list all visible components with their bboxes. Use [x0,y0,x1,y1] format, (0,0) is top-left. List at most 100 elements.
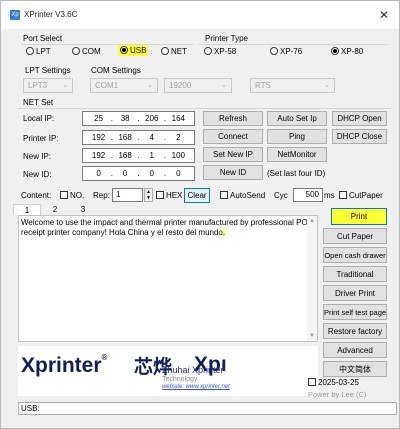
title-bar[interactable]: Xp XPrinter V3.6C ✕ [1,1,399,29]
connect-button[interactable]: Connect [203,129,263,144]
flow-control-value: RTS [255,81,271,90]
ip-octet: 206 [145,114,159,123]
local-ip-field[interactable]: 25. 38. 206. 164 [82,111,195,126]
scroll-down-icon[interactable]: ▼ [307,331,317,341]
text-cursor-highlight: . [222,228,226,237]
logo-banner: Xprinter® 芯烨 Xpı Zhuhai Xprinter Technol… [18,346,318,396]
date-checkbox[interactable]: 2025-03-25 [308,378,359,387]
flow-control-select[interactable]: RTS ⌄ [250,78,335,93]
radio-xp58-label: XP-58 [214,47,237,56]
vertical-scrollbar[interactable]: ▲ ▼ [307,216,317,341]
set-new-ip-button[interactable]: Set New IP [203,147,263,162]
rep-stepper[interactable]: ▲ ▼ [144,188,153,202]
advanced-button[interactable]: Advanced [323,342,387,358]
ms-label: ms [324,191,335,200]
lpt-port-select[interactable]: LPT3 ⌄ [23,78,73,93]
radio-xp76[interactable]: XP-76 [270,47,302,56]
window-title: XPrinter V3.6C [24,10,78,19]
ip-octet: 168 [118,133,132,142]
content-label: Content: [21,191,52,200]
scroll-up-icon[interactable]: ▲ [307,216,317,226]
com-settings-title: COM Settings [91,66,141,75]
autosend-checkbox[interactable]: AutoSend [220,191,265,200]
radio-xp80[interactable]: XP-80 [331,47,363,56]
lpt-port-value: LPT3 [28,81,48,90]
port-select-title: Port Select [23,34,63,43]
tab-1[interactable]: 1 [13,204,41,215]
brand-name: Xprinter [21,354,102,377]
no-checkbox[interactable]: NO. [60,191,84,200]
radio-com-label: COM [82,47,101,56]
print-self-test-button[interactable]: Print self test page [323,304,387,320]
radio-com[interactable]: COM [72,47,101,56]
net-set-title: NET Set [23,98,54,107]
cut-paper-button[interactable]: Cut Paper [323,228,387,244]
dhcp-close-button[interactable]: DHCP Close [332,129,387,144]
radio-xp76-label: XP-76 [280,47,303,56]
usb-highlight: USB [118,45,149,56]
radio-circle [72,47,80,55]
radio-net-label: NET [171,47,187,56]
new-ip-label: New IP: [23,152,52,161]
refresh-button[interactable]: Refresh [203,111,263,126]
checkbox-box [339,191,347,199]
restore-factory-button[interactable]: Restore factory [323,323,387,339]
hex-checkbox-label: HEX [166,191,183,200]
tab-3[interactable]: 3 [69,204,97,215]
cyc-input[interactable]: 500 [293,188,323,202]
cutpaper-checkbox[interactable]: CutPaper [339,191,383,200]
radio-xp58[interactable]: XP-58 [204,47,236,56]
ip-octet: 4 [149,133,154,142]
close-icon[interactable]: ✕ [375,7,393,23]
divider [21,44,193,45]
radio-circle [161,47,169,55]
id-octet: 0 [176,169,181,178]
message-textarea[interactable]: Welcome to use the impact and thermal pr… [18,215,318,342]
open-cash-drawer-button[interactable]: Open cash drawer [323,247,387,263]
id-octet: 0 [96,169,101,178]
message-text: Welcome to use the impact and thermal pr… [21,218,313,237]
radio-lpt[interactable]: LPT [26,47,51,56]
arrow-down-icon[interactable]: ▼ [145,195,152,201]
chevron-down-icon: ⌄ [147,82,153,89]
driver-print-button[interactable]: Driver Print [323,285,387,301]
lpt-settings-title: LPT Settings [25,66,71,75]
tab-2[interactable]: 2 [41,204,69,215]
new-id-button[interactable]: New ID [203,165,263,180]
new-id-label: New ID: [23,170,52,179]
language-button[interactable]: 中文简体 [323,361,387,377]
rep-input[interactable]: 1 [112,188,143,202]
dhcp-open-button[interactable]: DHCP Open [332,111,387,126]
hex-checkbox[interactable]: HEX [156,191,182,200]
printer-ip-label: Printer IP: [23,134,59,143]
ip-octet: 25 [94,114,104,123]
printer-type-title: Printer Type [205,34,248,43]
com-port-select[interactable]: COM1 ⌄ [90,78,158,93]
no-checkbox-label: NO. [70,191,85,200]
print-button[interactable]: Print [331,208,387,225]
brand-logo: Xprinter® [21,353,107,378]
baud-rate-select[interactable]: 19200 ⌄ [164,78,232,93]
com-port-value: COM1 [95,81,119,90]
new-id-field[interactable]: 0. 0. 0. 0 [82,166,195,181]
divider [18,108,392,109]
ip-octet: 192 [91,133,106,142]
new-ip-field[interactable]: 192. 168. 1. 100 [82,148,195,163]
radio-usb-label: USB [130,46,147,55]
set-last-four-label: (Set last four ID) [267,169,326,178]
auto-set-ip-button[interactable]: Auto Set Ip [267,111,327,126]
registered-mark: ® [101,353,108,362]
net-monitor-button[interactable]: NetMonitor [267,147,327,162]
traditional-button[interactable]: Traditional [323,266,387,282]
ip-octet: 164 [171,114,185,123]
radio-lpt-label: LPT [36,47,51,56]
powered-by: Power by Lee (C) [308,390,367,399]
clear-button[interactable]: Clear [184,188,210,203]
website-link[interactable]: website: www.xprinter.net [162,384,230,390]
radio-net[interactable]: NET [161,47,187,56]
ping-button[interactable]: Ping [267,129,327,144]
printer-ip-field[interactable]: 192. 168. 4. 2 [82,130,195,145]
radio-usb[interactable]: USB [118,45,149,56]
cyc-label: Cyc [274,191,288,200]
radio-circle [120,46,128,54]
